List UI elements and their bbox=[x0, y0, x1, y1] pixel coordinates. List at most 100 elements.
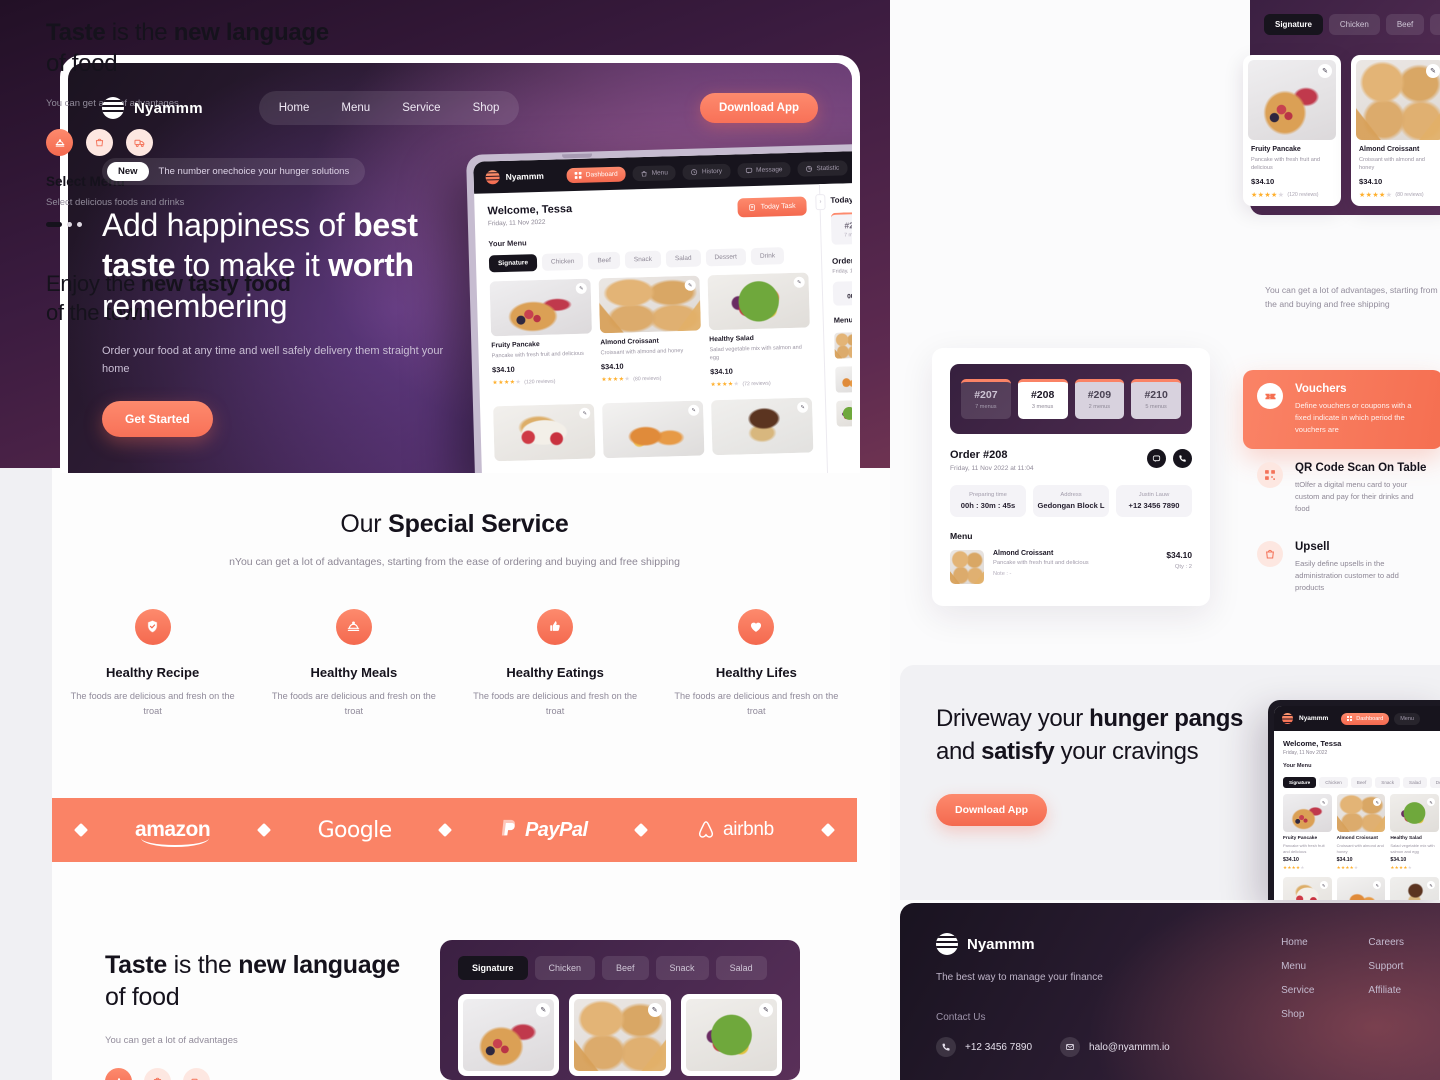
footer-link-service[interactable]: Service bbox=[1281, 985, 1314, 996]
mock-chip-snack[interactable]: Snack bbox=[1375, 777, 1401, 788]
mock-chip-signature[interactable]: Signature bbox=[1264, 14, 1323, 35]
dashboard-tab-history[interactable]: History bbox=[682, 163, 731, 180]
mock-chip-chicken[interactable]: Chicken bbox=[534, 956, 596, 980]
mock-chip-chicken[interactable]: Chicken bbox=[1319, 777, 1348, 788]
food-card[interactable]: ✎ Healthy Salad Salad vegetable mix with… bbox=[1390, 794, 1440, 871]
chat-icon[interactable] bbox=[1147, 449, 1166, 468]
edit-icon[interactable]: ✎ bbox=[1319, 881, 1328, 890]
footer-link-affiliate[interactable]: Affiliate bbox=[1368, 985, 1404, 996]
cooking-pot-icon[interactable] bbox=[46, 129, 73, 157]
edit-icon[interactable]: ✎ bbox=[797, 401, 809, 414]
dashboard-tab-message[interactable]: Message bbox=[736, 161, 791, 178]
carousel-dot-active[interactable] bbox=[46, 222, 62, 228]
category-chip-snack[interactable]: Snack bbox=[624, 250, 662, 269]
panel-collapse-handle[interactable]: › bbox=[815, 193, 826, 211]
footer-email[interactable]: halo@nyammm.io bbox=[1060, 1037, 1170, 1057]
nav-item-service[interactable]: Service bbox=[388, 96, 454, 120]
nav-item-home[interactable]: Home bbox=[265, 96, 324, 120]
food-card[interactable]: ✎ Fruity Pancake Pancake with fresh frui… bbox=[1283, 794, 1332, 871]
edit-icon[interactable]: ✎ bbox=[1319, 798, 1328, 806]
footer-phone[interactable]: +12 3456 7890 bbox=[936, 1037, 1032, 1057]
table-card-209[interactable]: #209 2 menus bbox=[1074, 379, 1125, 419]
food-card[interactable]: ✎ bbox=[1283, 877, 1332, 900]
table-card-208[interactable]: #208 3 menus bbox=[1017, 379, 1068, 419]
mock-chip-signature[interactable]: Signature bbox=[1283, 777, 1317, 788]
category-chip-chicken[interactable]: Chicken bbox=[541, 252, 584, 271]
mock-chip-beef[interactable]: Beef bbox=[602, 956, 649, 980]
mock-chip-signature[interactable]: Signature bbox=[458, 956, 528, 980]
table-card[interactable]: #206 7 menus bbox=[830, 211, 852, 245]
today-task-button[interactable]: Today Task bbox=[737, 196, 807, 218]
edit-icon[interactable]: ✎ bbox=[1427, 881, 1436, 890]
food-card[interactable]: ✎ Almond Croissant Croissant with almond… bbox=[1351, 55, 1440, 207]
dashboard-tab-menu[interactable]: Menu bbox=[632, 164, 677, 181]
feature-card-vouchers[interactable]: Vouchers Define vouchers or coupons with… bbox=[1243, 370, 1440, 449]
footer-link-support[interactable]: Support bbox=[1368, 961, 1404, 972]
food-card[interactable]: ✎ bbox=[601, 400, 705, 459]
brand-logo[interactable]: Nyammm bbox=[102, 97, 203, 119]
edit-icon[interactable]: ✎ bbox=[758, 1003, 773, 1017]
list-item[interactable]: Summer Mojito Pancake with fresh delicio… bbox=[835, 364, 852, 393]
mock-chip-dessert[interactable]: Dessert bbox=[1429, 777, 1440, 788]
mock-tab-dashboard[interactable]: Dashboard bbox=[1341, 712, 1390, 725]
delivery-truck-icon[interactable] bbox=[126, 129, 153, 157]
category-chip-drink[interactable]: Drink bbox=[750, 247, 785, 266]
footer-link-menu[interactable]: Menu bbox=[1281, 961, 1314, 972]
phone-icon[interactable] bbox=[1173, 449, 1192, 468]
food-card[interactable]: ✎ Almond Croissant Croissant with almond… bbox=[598, 275, 702, 392]
get-started-button[interactable]: Get Started bbox=[102, 400, 213, 437]
mock-chip-snack[interactable]: Snack bbox=[655, 956, 709, 980]
nav-item-menu[interactable]: Menu bbox=[327, 96, 384, 120]
food-card[interactable]: ✎ Almond Croissant Croissant with almond… bbox=[1336, 794, 1386, 871]
edit-icon[interactable]: ✎ bbox=[1373, 881, 1382, 890]
edit-icon[interactable]: ✎ bbox=[647, 1003, 662, 1017]
cooking-pot-icon[interactable] bbox=[105, 1068, 132, 1080]
category-chip-signature[interactable]: Signature bbox=[488, 254, 538, 273]
edit-icon[interactable]: ✎ bbox=[575, 282, 587, 294]
mock-tab-menu[interactable]: Menu bbox=[1394, 712, 1420, 725]
edit-icon[interactable]: ✎ bbox=[1318, 64, 1332, 78]
footer-link-home[interactable]: Home bbox=[1281, 937, 1314, 948]
mock-food-card[interactable]: ✎ bbox=[458, 994, 560, 1076]
dashboard-tab-statistic[interactable]: Statistic bbox=[797, 159, 848, 177]
category-chip-salad[interactable]: Salad bbox=[665, 249, 701, 268]
food-card[interactable]: ✎ bbox=[1390, 877, 1440, 900]
mock-chip-salad[interactable]: Salad bbox=[1403, 777, 1427, 788]
mock-chip-beef[interactable]: Beef bbox=[1350, 777, 1373, 788]
mock-food-card[interactable]: ✎ bbox=[569, 994, 671, 1076]
food-card[interactable]: ✎ bbox=[710, 397, 814, 456]
download-app-button[interactable]: Download App bbox=[699, 93, 818, 123]
edit-icon[interactable]: ✎ bbox=[536, 1003, 551, 1017]
edit-icon[interactable]: ✎ bbox=[684, 279, 696, 291]
food-card[interactable]: ✎ bbox=[493, 403, 596, 462]
footer-link-careers[interactable]: Careers bbox=[1368, 937, 1404, 948]
carousel-dot[interactable] bbox=[67, 222, 72, 228]
edit-icon[interactable]: ✎ bbox=[1426, 64, 1440, 78]
edit-icon[interactable]: ✎ bbox=[793, 276, 805, 288]
food-card[interactable]: ✎ bbox=[1336, 877, 1386, 900]
category-chip-beef[interactable]: Beef bbox=[588, 251, 621, 270]
mock-chip-snack[interactable]: Snack bbox=[1430, 14, 1440, 35]
table-card-210[interactable]: #210 5 menus bbox=[1131, 379, 1181, 419]
download-app-button[interactable]: Download App bbox=[936, 794, 1048, 827]
edit-icon[interactable]: ✎ bbox=[1427, 798, 1436, 806]
category-chip-dessert[interactable]: Dessert bbox=[705, 248, 747, 267]
edit-icon[interactable]: ✎ bbox=[1373, 798, 1382, 806]
dashboard-tab-dashboard[interactable]: Dashboard bbox=[566, 166, 626, 183]
edit-icon[interactable]: ✎ bbox=[688, 404, 700, 417]
footer-link-shop[interactable]: Shop bbox=[1281, 1009, 1314, 1020]
food-card[interactable]: ✎ Fruity Pancake Pancake with fresh frui… bbox=[1243, 55, 1341, 207]
bag-icon[interactable] bbox=[86, 129, 113, 157]
mock-chip-beef[interactable]: Beef bbox=[1385, 14, 1425, 35]
food-card[interactable]: ✎ Fruity Pancake Pancake with fresh frui… bbox=[489, 278, 594, 395]
carousel-dot[interactable] bbox=[77, 222, 82, 228]
list-item[interactable]: Almond Croissa Pancake with fresh delici… bbox=[834, 330, 852, 359]
food-card[interactable]: ✎ Healthy Salad Salad vegetable mix with… bbox=[707, 272, 811, 388]
bag-icon[interactable] bbox=[144, 1068, 171, 1080]
delivery-truck-icon[interactable] bbox=[183, 1068, 210, 1080]
nav-item-shop[interactable]: Shop bbox=[459, 96, 514, 120]
feature-card-upsell[interactable]: Upsell Easily define upsells in the admi… bbox=[1243, 528, 1440, 607]
mock-chip-chicken[interactable]: Chicken bbox=[1328, 14, 1380, 35]
list-item[interactable]: Almond Croissa Pancake with fresh delici… bbox=[836, 398, 852, 427]
edit-icon[interactable]: ✎ bbox=[579, 407, 591, 420]
